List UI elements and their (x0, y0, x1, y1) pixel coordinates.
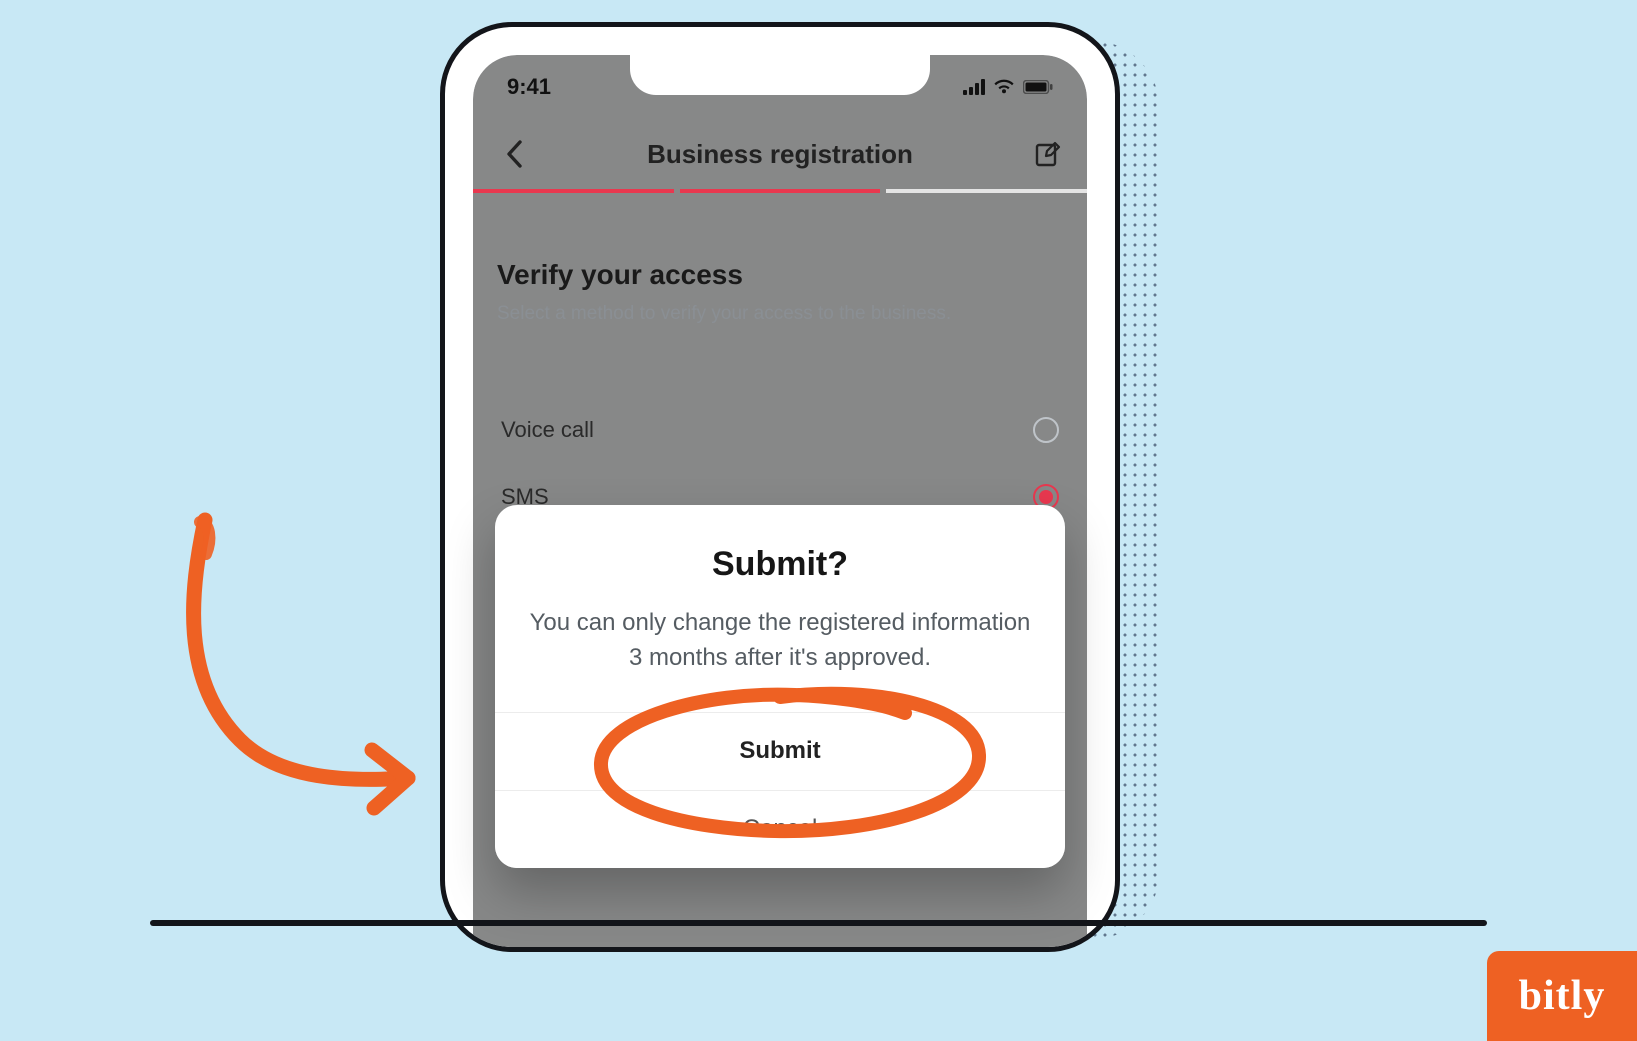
radio-unselected-icon (1033, 417, 1059, 443)
cancel-button[interactable]: Cancel (495, 790, 1065, 868)
progress-indicator (473, 189, 1087, 193)
progress-step-2 (680, 189, 881, 193)
section-heading: Verify your access (497, 259, 1063, 291)
option-label: Voice call (501, 417, 594, 443)
content-area: Verify your access Select a method to ve… (497, 225, 1063, 531)
progress-step-3 (886, 189, 1087, 193)
annotation-arrow-icon (150, 500, 460, 840)
status-time: 9:41 (507, 74, 551, 100)
compose-icon[interactable] (1033, 139, 1063, 169)
page-title: Business registration (473, 139, 1087, 170)
cellular-signal-icon (963, 79, 985, 95)
submit-confirm-dialog: Submit? You can only change the register… (495, 505, 1065, 868)
status-icons (963, 79, 1053, 95)
wifi-icon (993, 79, 1015, 95)
phone-notch (630, 55, 930, 95)
back-button[interactable] (497, 137, 531, 171)
option-voice-call[interactable]: Voice call (497, 397, 1063, 464)
phone-frame: 9:41 Business regi (440, 22, 1120, 952)
battery-icon (1023, 80, 1053, 94)
section-subheading: Select a method to verify your access to… (497, 301, 1063, 327)
ground-line (150, 920, 1487, 926)
bitly-watermark: bitly (1487, 951, 1637, 1041)
bitly-logo-text: bitly (1519, 972, 1606, 1020)
dialog-title: Submit? (529, 545, 1031, 584)
progress-step-1 (473, 189, 674, 193)
submit-button[interactable]: Submit (495, 712, 1065, 790)
nav-header: Business registration (473, 119, 1087, 189)
dialog-message: You can only change the registered infor… (529, 606, 1031, 676)
